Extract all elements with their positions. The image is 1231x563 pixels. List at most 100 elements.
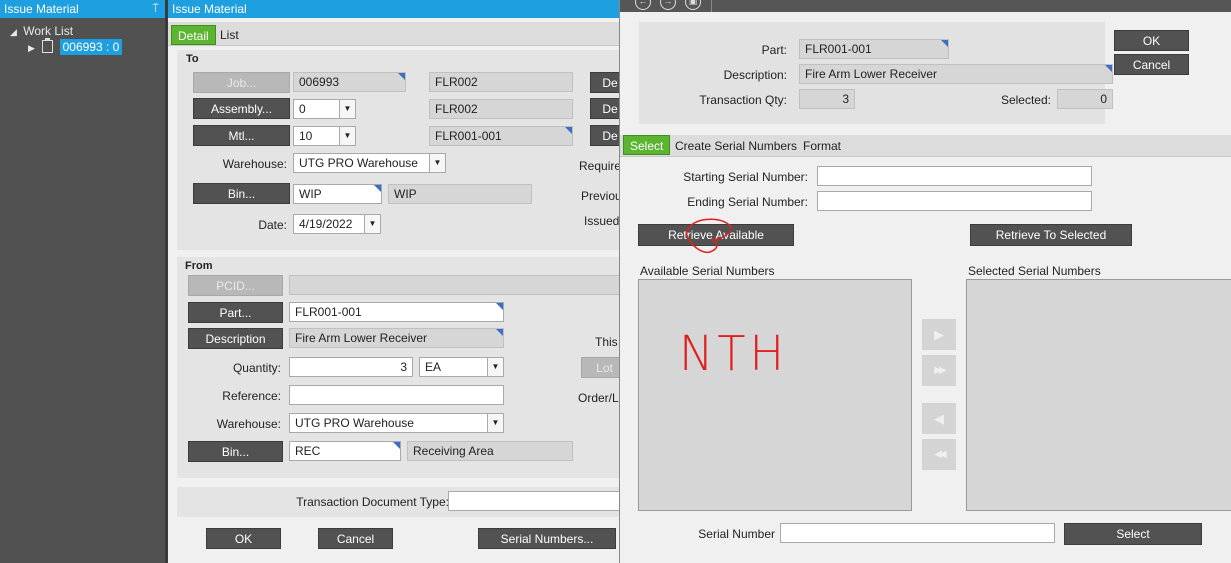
chevron-down-icon[interactable]: ▼ — [487, 414, 503, 432]
starting-serial-input[interactable] — [817, 166, 1092, 186]
from-part-field[interactable]: FLR001-001 — [289, 302, 504, 322]
red-circle-annotation — [685, 218, 732, 254]
ending-serial-input[interactable] — [817, 191, 1092, 211]
date-field[interactable]: 4/19/2022 ▼ — [293, 214, 381, 234]
move-all-left-icon[interactable]: ◀◀ — [922, 439, 956, 470]
tree-item-job[interactable]: ▶ 006993 : 0 — [28, 38, 123, 55]
to-bin-value: WIP — [299, 187, 322, 201]
collapse-triangle-icon[interactable]: ◢ — [10, 27, 17, 37]
from-part-button[interactable]: Part... — [188, 302, 283, 323]
from-part-value: FLR001-001 — [295, 305, 362, 319]
from-warehouse-select[interactable]: UTG PRO Warehouse ▼ — [289, 413, 504, 433]
assembly-select[interactable]: 0 ▼ — [293, 99, 356, 119]
ending-serial-label: Ending Serial Number: — [687, 195, 808, 209]
chevron-down-icon[interactable]: ▼ — [339, 100, 355, 118]
back-arrow-icon[interactable]: ← — [635, 0, 651, 10]
select-button[interactable]: Select — [1064, 523, 1202, 545]
cancel-button[interactable]: Cancel — [318, 528, 393, 549]
available-serials-label: Available Serial Numbers — [640, 264, 775, 278]
from-bin-field[interactable]: REC — [289, 441, 401, 461]
dialog-toolbar: ← → ▣ — [620, 0, 1231, 12]
move-all-right-icon[interactable]: ▶▶ — [922, 355, 956, 386]
from-description-field: Fire Arm Lower Receiver — [289, 328, 504, 348]
serial-info-panel: Part: FLR001-001 Description: Fire Arm L… — [639, 22, 1113, 124]
tab-select[interactable]: Select — [623, 135, 671, 155]
order-label: Order/L — [578, 391, 619, 405]
to-warehouse-select[interactable]: UTG PRO Warehouse ▼ — [293, 153, 446, 173]
from-warehouse-label: Warehouse: — [216, 417, 281, 431]
part-label: Part: — [761, 43, 787, 57]
from-bin-button[interactable]: Bin... — [188, 441, 283, 462]
pin-icon[interactable]: ⍑ — [152, 0, 159, 18]
serial-number-input[interactable] — [780, 523, 1055, 543]
this-label: This — [595, 335, 618, 349]
available-serials-list[interactable]: NTH — [638, 279, 912, 511]
tab-create-serial-numbers[interactable]: Create Serial Numbers — [669, 136, 803, 156]
tree-root-label: Work List — [23, 24, 74, 38]
description-value: Fire Arm Lower Receiver — [805, 67, 938, 81]
chevron-down-icon[interactable]: ▼ — [487, 358, 503, 376]
issue-material-form: Issue Material Detail List To Job... 006… — [168, 0, 630, 563]
transaction-qty-label: Transaction Qty: — [699, 93, 787, 107]
field-corner-marker — [1105, 65, 1112, 72]
material-description: FLR001-001 — [429, 126, 573, 146]
job-description: FLR002 — [429, 72, 573, 92]
transaction-qty-field: 3 — [799, 89, 855, 109]
material-select[interactable]: 10 ▼ — [293, 126, 356, 146]
assembly-description: FLR002 — [429, 99, 573, 119]
pcid-button[interactable]: PCID... — [188, 275, 283, 296]
quantity-field[interactable]: 3 — [289, 357, 413, 377]
clipboard-icon — [42, 38, 54, 53]
job-value: 006993 — [299, 75, 340, 89]
date-value: 4/19/2022 — [299, 217, 353, 231]
to-section: To Job... 006993 FLR002 De Assembly... 0… — [177, 50, 630, 250]
assembly-value: 0 — [299, 102, 306, 116]
tab-detail[interactable]: Detail — [171, 25, 216, 45]
field-corner-marker — [393, 442, 400, 449]
forward-arrow-icon[interactable]: → — [660, 0, 676, 10]
from-bin-value: REC — [295, 444, 321, 458]
tab-list[interactable]: List — [214, 25, 245, 45]
material-button[interactable]: Mtl... — [193, 125, 290, 146]
job-field[interactable]: 006993 — [293, 72, 406, 92]
ok-button[interactable]: OK — [206, 528, 281, 549]
field-corner-marker — [496, 303, 503, 310]
serial-numbers-button[interactable]: Serial Numbers... — [478, 528, 616, 549]
move-left-icon[interactable]: ◀ — [922, 403, 956, 434]
toolbar-divider — [711, 0, 712, 12]
field-corner-marker — [398, 73, 405, 80]
serial-ok-button[interactable]: OK — [1114, 30, 1189, 51]
selected-count-label: Selected: — [1000, 93, 1051, 107]
transaction-doc-section: Transaction Document Type: — [177, 487, 628, 517]
tree-root-work-list[interactable]: ◢ Work List — [10, 24, 73, 38]
issue-tabstrip: Detail List — [168, 22, 628, 46]
issue-material-title-bar: Issue Material — [168, 0, 628, 18]
selected-serials-label: Selected Serial Numbers — [968, 264, 1101, 278]
move-right-icon[interactable]: ▶ — [922, 319, 956, 350]
uom-select[interactable]: EA ▼ — [419, 357, 504, 377]
field-corner-marker — [496, 329, 503, 336]
save-icon[interactable]: ▣ — [685, 0, 701, 10]
reference-field[interactable] — [289, 385, 504, 405]
description-button[interactable]: Description — [188, 328, 283, 349]
issued-label: Issued — [584, 214, 620, 228]
chevron-down-icon[interactable]: ▼ — [429, 154, 445, 172]
tab-format[interactable]: Format — [797, 136, 847, 156]
previous-label: Previou — [581, 189, 622, 203]
required-label: Require — [579, 159, 622, 173]
to-bin-field[interactable]: WIP — [293, 184, 382, 204]
selected-count-field: 0 — [1057, 89, 1113, 109]
expand-triangle-icon[interactable]: ▶ — [28, 43, 35, 53]
reference-label: Reference: — [222, 389, 281, 403]
selected-serials-list[interactable] — [966, 279, 1231, 511]
to-bin-button[interactable]: Bin... — [193, 183, 290, 204]
pcid-field — [289, 275, 628, 295]
serial-cancel-button[interactable]: Cancel — [1114, 54, 1189, 75]
chevron-down-icon[interactable]: ▼ — [339, 127, 355, 145]
assembly-button[interactable]: Assembly... — [193, 98, 290, 119]
transaction-doc-field[interactable] — [448, 491, 628, 511]
retrieve-to-selected-button[interactable]: Retrieve To Selected — [970, 224, 1132, 246]
job-button[interactable]: Job... — [193, 72, 290, 93]
tree-item-label[interactable]: 006993 : 0 — [59, 39, 123, 55]
calendar-dropdown-icon[interactable]: ▼ — [364, 215, 380, 233]
